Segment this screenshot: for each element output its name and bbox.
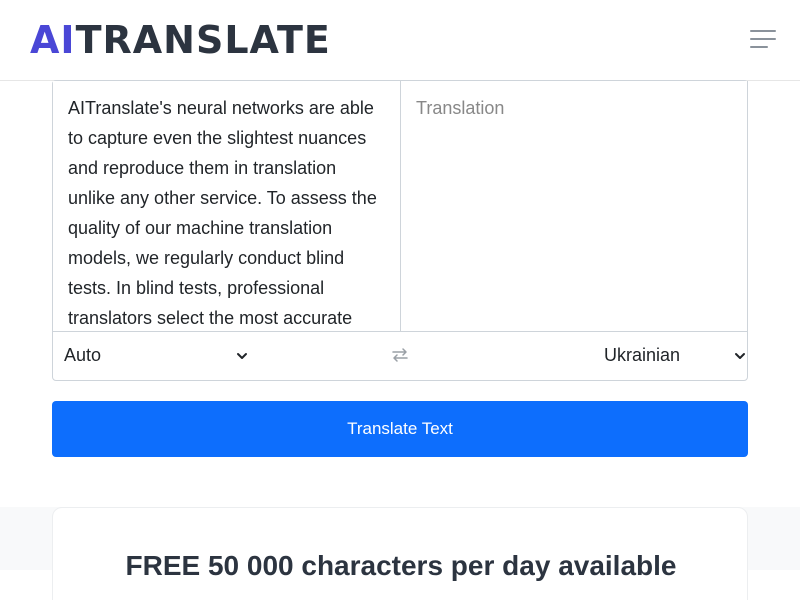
chevron-down-icon	[735, 352, 745, 359]
source-language-value: Auto	[64, 345, 102, 365]
hamburger-menu-icon[interactable]	[748, 28, 778, 52]
logo[interactable]: AI TRANSLATE	[30, 18, 331, 62]
translator-panel: AITranslate's neural networks are able t…	[52, 80, 748, 381]
chevron-down-icon	[237, 352, 247, 359]
source-text-input[interactable]: AITranslate's neural networks are able t…	[53, 81, 401, 332]
logo-translate-text: TRANSLATE	[75, 18, 331, 62]
target-language-select[interactable]: Ukrainian	[562, 332, 746, 379]
promo-card: FREE 50 000 characters per day available	[52, 507, 748, 600]
site-header: AI TRANSLATE	[0, 0, 800, 81]
logo-ai-text: AI	[30, 18, 76, 62]
promo-title: FREE 50 000 characters per day available	[125, 550, 677, 581]
translate-button[interactable]: Translate Text	[52, 401, 748, 457]
source-language-select[interactable]: Auto	[64, 332, 248, 379]
translation-output[interactable]: Translation	[400, 81, 748, 332]
target-language-value: Ukrainian	[604, 345, 681, 365]
swap-arrows-icon[interactable]	[391, 346, 409, 364]
language-controls: Auto Ukrainian	[53, 331, 747, 380]
